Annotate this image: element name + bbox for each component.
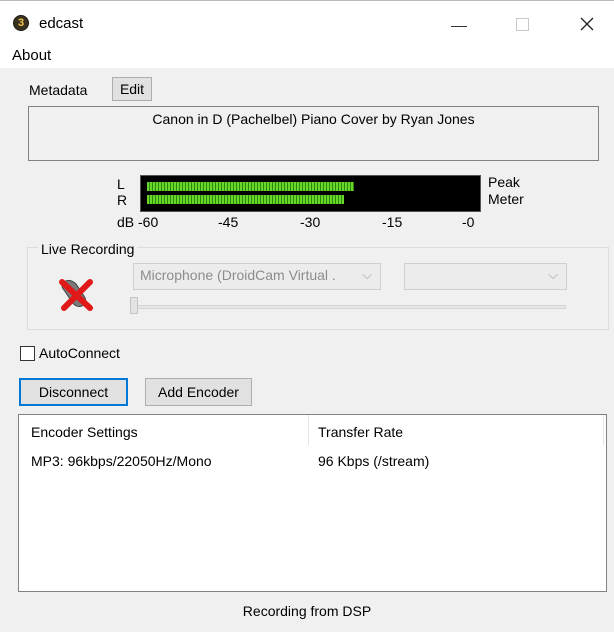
disconnect-button[interactable]: Disconnect xyxy=(19,378,128,406)
edcast-app-icon: 3 xyxy=(13,15,29,31)
vu-meter xyxy=(140,175,481,212)
meter-scale-tick: -30 xyxy=(300,214,321,230)
meter-label: Meter xyxy=(488,191,524,207)
input-channel-select[interactable]: ⌵ xyxy=(404,263,567,290)
meter-scale-tick: dB -60 xyxy=(117,214,159,230)
title-bar: 3 edcast xyxy=(0,0,614,44)
chevron-down-icon: ⌵ xyxy=(362,267,372,282)
chevron-down-icon: ⌵ xyxy=(548,267,558,282)
close-icon xyxy=(580,17,594,31)
metadata-label: Metadata xyxy=(29,82,88,98)
vu-bar-left xyxy=(147,182,355,191)
recording-volume-slider-thumb[interactable] xyxy=(130,297,138,314)
meter-scale-tick: -45 xyxy=(218,214,239,230)
maximize-button[interactable] xyxy=(500,9,544,39)
minimize-button[interactable] xyxy=(437,9,481,39)
add-encoder-button[interactable]: Add Encoder xyxy=(145,378,252,406)
now-playing-text: Canon in D (Pachelbel) Piano Cover by Ry… xyxy=(152,111,475,127)
column-divider[interactable] xyxy=(308,415,309,445)
status-text: Recording from DSP xyxy=(242,603,372,619)
column-header-encoder-settings[interactable]: Encoder Settings xyxy=(31,424,138,440)
window-title: edcast xyxy=(39,15,84,32)
column-header-transfer-rate[interactable]: Transfer Rate xyxy=(318,424,403,440)
input-device-value: Microphone (DroidCam Virtual . xyxy=(140,267,336,283)
meter-scale-tick: -15 xyxy=(382,214,403,230)
autoconnect-checkbox[interactable] xyxy=(20,346,35,361)
menu-about[interactable]: About xyxy=(12,47,51,64)
channel-left-label: L xyxy=(117,176,125,192)
minimize-icon xyxy=(451,25,467,27)
recording-disabled-icon[interactable] xyxy=(54,276,100,312)
recording-volume-slider[interactable] xyxy=(133,305,566,309)
encoder-list[interactable]: Encoder Settings Transfer Rate MP3: 96kb… xyxy=(18,414,607,592)
autoconnect-label: AutoConnect xyxy=(39,345,120,361)
close-button[interactable] xyxy=(565,9,609,39)
main-panel: Metadata Edit Canon in D (Pachelbel) Pia… xyxy=(0,68,614,632)
encoder-settings-cell: MP3: 96kbps/22050Hz/Mono xyxy=(31,453,212,469)
now-playing-display: Canon in D (Pachelbel) Piano Cover by Ry… xyxy=(28,106,599,161)
transfer-rate-cell: 96 Kbps (/stream) xyxy=(318,453,430,469)
input-device-select[interactable]: Microphone (DroidCam Virtual . ⌵ xyxy=(133,263,381,290)
vu-bar-right xyxy=(147,195,345,204)
column-divider[interactable] xyxy=(603,415,604,445)
channel-right-label: R xyxy=(117,192,128,208)
menu-bar: About xyxy=(0,44,614,68)
live-recording-label: Live Recording xyxy=(38,241,138,257)
maximize-icon xyxy=(515,17,529,31)
edit-metadata-button[interactable]: Edit xyxy=(112,77,152,101)
meter-scale-tick: -0 xyxy=(462,214,475,230)
peak-label: Peak xyxy=(488,174,520,190)
